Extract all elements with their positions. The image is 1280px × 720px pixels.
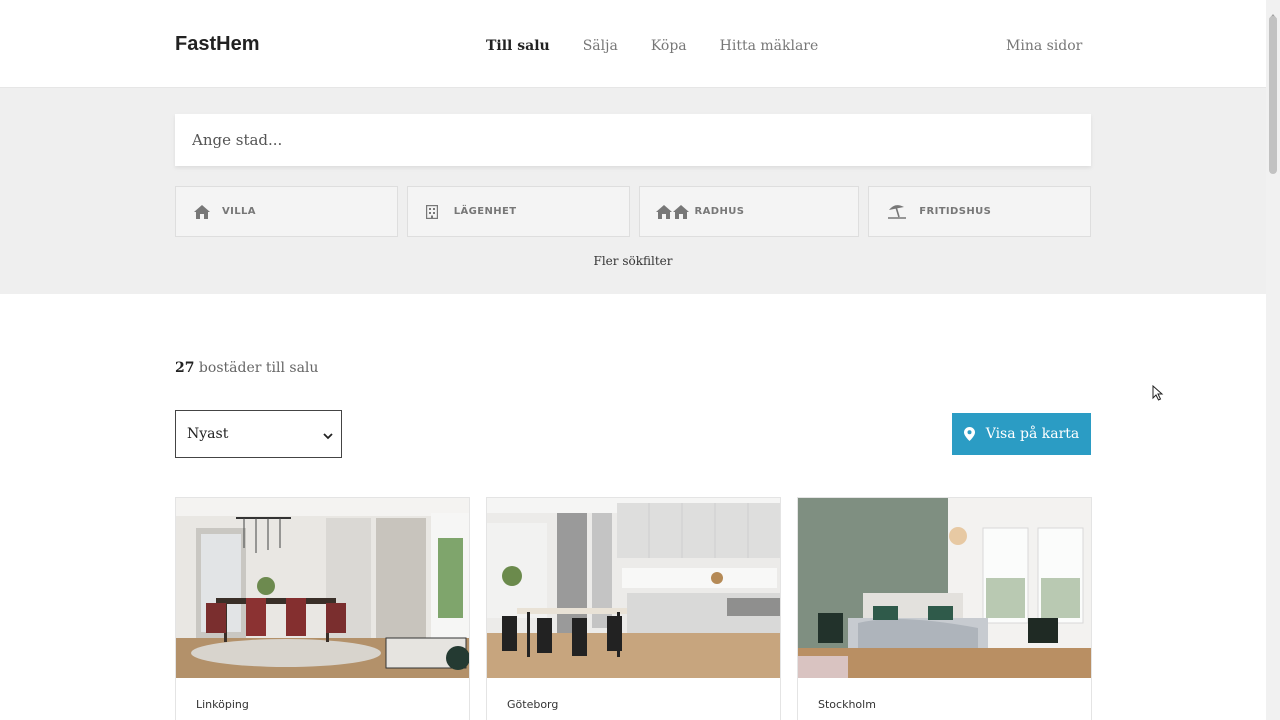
type-lagenhet-label: LÄGENHET: [453, 206, 517, 217]
listing-city: Stockholm: [818, 698, 876, 711]
listing-card[interactable]: Göteborg: [486, 497, 781, 720]
nav-till-salu[interactable]: Till salu: [486, 38, 550, 54]
type-radhus-label: RADHUS: [694, 206, 745, 217]
search-section: VILLA LÄGENHET RADHUS FRITIDSHUS Fler sö…: [0, 88, 1266, 294]
results-count-label: bostäder till salu: [194, 360, 319, 376]
search-box: [175, 114, 1091, 166]
main-nav: Till salu Sälja Köpa Hitta mäklare: [486, 38, 851, 54]
scrollbar-thumb[interactable]: [1269, 16, 1277, 174]
type-fritidshus-label: FRITIDSHUS: [919, 206, 992, 217]
mouse-cursor-icon: [1152, 384, 1164, 405]
show-on-map-label: Visa på karta: [985, 426, 1080, 442]
house-icon: [194, 202, 220, 222]
listing-card[interactable]: Linköping: [175, 497, 470, 720]
site-header: FastHem Till salu Sälja Köpa Hitta mäkla…: [0, 0, 1266, 88]
nav-kopa[interactable]: Köpa: [651, 38, 687, 54]
listing-grid: Linköping Göteborg Stockholm: [175, 497, 1092, 720]
townhouse-icon: [655, 202, 693, 222]
property-type-filters: VILLA LÄGENHET RADHUS FRITIDSHUS: [175, 186, 1091, 237]
listing-city: Göteborg: [507, 698, 559, 711]
show-on-map-button[interactable]: Visa på karta: [952, 413, 1091, 455]
listing-city: Linköping: [196, 698, 249, 711]
city-search-input[interactable]: [192, 131, 1091, 149]
site-logo[interactable]: FastHem: [175, 33, 259, 56]
page-scrollbar[interactable]: [1266, 0, 1280, 720]
umbrella-beach-icon: [887, 202, 917, 222]
type-villa-button[interactable]: VILLA: [175, 186, 398, 237]
type-fritidshus-button[interactable]: FRITIDSHUS: [868, 186, 1091, 237]
sort-select[interactable]: Nyast: [175, 410, 342, 458]
results-count-number: 27: [175, 360, 195, 376]
nav-hitta-maklare[interactable]: Hitta mäklare: [720, 38, 819, 54]
building-icon: [425, 202, 452, 222]
type-villa-label: VILLA: [222, 206, 256, 217]
more-filters-link[interactable]: Fler sökfilter: [0, 254, 1266, 268]
results-count: 27 bostäder till salu: [175, 360, 318, 376]
chevron-down-icon: [323, 429, 333, 445]
nav-salja[interactable]: Sälja: [583, 38, 618, 54]
my-pages-link[interactable]: Mina sidor: [1006, 38, 1082, 54]
listing-photo: [176, 498, 469, 678]
listing-card[interactable]: Stockholm: [797, 497, 1092, 720]
map-pin-icon: [963, 427, 975, 441]
type-radhus-button[interactable]: RADHUS: [638, 186, 860, 237]
sort-selected-value: Nyast: [187, 426, 229, 442]
type-lagenhet-button[interactable]: LÄGENHET: [406, 186, 630, 237]
listing-photo: [487, 498, 780, 678]
listing-photo: [798, 498, 1091, 678]
